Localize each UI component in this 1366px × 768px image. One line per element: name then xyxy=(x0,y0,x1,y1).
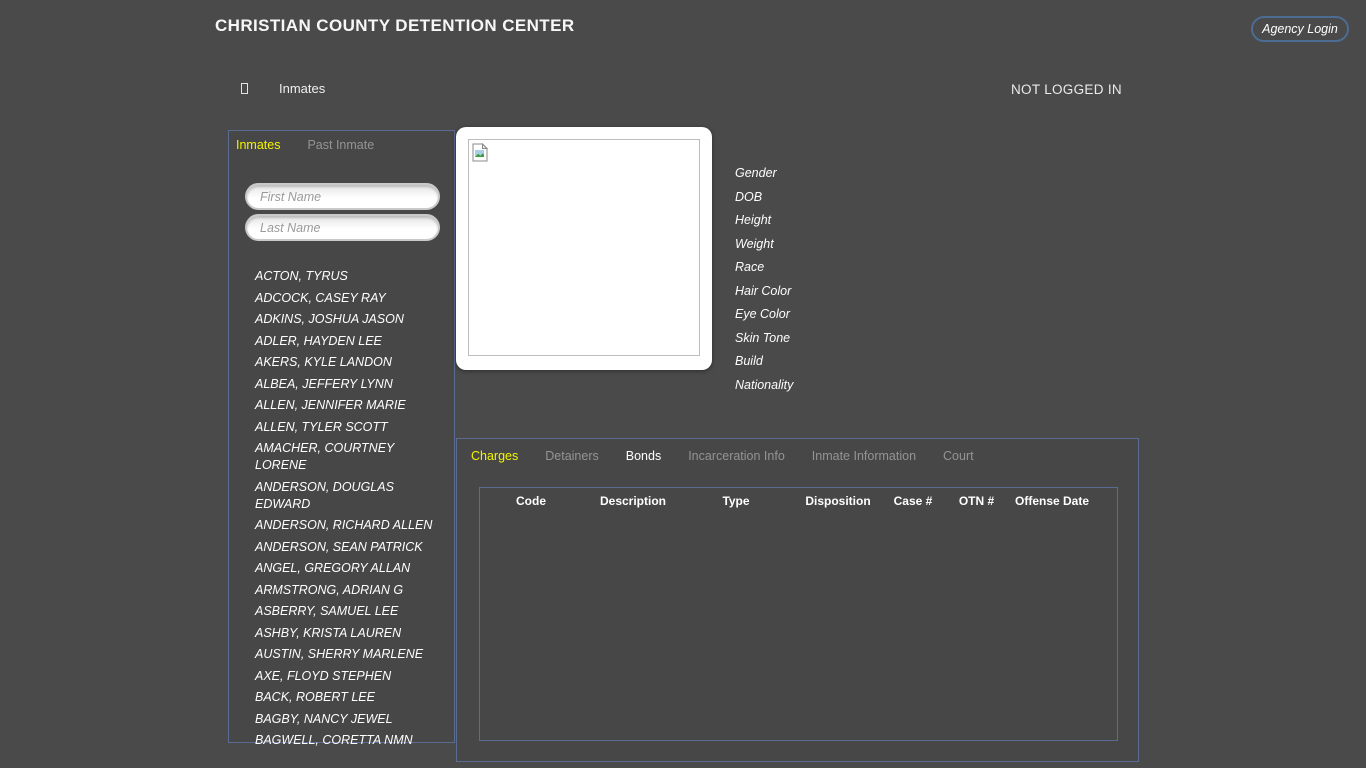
inmate-list-item[interactable]: AXE, FLOYD STEPHEN xyxy=(255,668,449,685)
page-title: CHRISTIAN COUNTY DETENTION CENTER xyxy=(215,16,575,36)
inmates-nav-row[interactable]: Inmates xyxy=(241,81,325,96)
inmate-list-item[interactable]: ANDERSON, SEAN PATRICK xyxy=(255,539,449,556)
charges-table: Code Description Type Disposition Case #… xyxy=(479,487,1118,741)
last-name-input[interactable] xyxy=(245,214,440,241)
inmate-list-item[interactable]: ANDERSON, DOUGLAS EDWARD xyxy=(255,479,449,513)
profile-attribute-label: DOB xyxy=(735,186,793,210)
detention-center-app: CHRISTIAN COUNTY DETENTION CENTER Agency… xyxy=(0,0,1366,768)
profile-attribute-label: Skin Tone xyxy=(735,327,793,351)
inmate-list-item[interactable]: AKERS, KYLE LANDON xyxy=(255,354,449,371)
login-status: NOT LOGGED IN xyxy=(1011,82,1122,97)
charges-table-header: Code Description Type Disposition Case #… xyxy=(480,491,1117,511)
charges-column-header: Case # xyxy=(888,491,938,511)
inmate-list-item[interactable]: ANGEL, GREGORY ALLAN xyxy=(255,560,449,577)
inmate-list-item[interactable]: ASHBY, KRISTA LAUREN xyxy=(255,625,449,642)
inmate-list-item[interactable]: ASBERRY, SAMUEL LEE xyxy=(255,603,449,620)
inmate-list-item[interactable]: BACK, ROBERT LEE xyxy=(255,689,449,706)
charges-column-header: Type xyxy=(684,491,788,511)
details-tabs: Charges Detainers Bonds Incarceration In… xyxy=(471,449,974,463)
inmate-list-item[interactable]: ACTON, TYRUS xyxy=(255,268,449,285)
inmate-list-item[interactable]: BAGWELL, CORETTA NMN xyxy=(255,732,449,749)
charges-column-header: Offense Date xyxy=(1015,491,1089,511)
broken-image-icon xyxy=(472,143,488,162)
agency-login-button[interactable]: Agency Login xyxy=(1251,16,1349,42)
details-tab[interactable]: Detainers xyxy=(545,449,599,463)
charges-column-header: OTN # xyxy=(938,491,1015,511)
charges-column-header: Description xyxy=(582,491,684,511)
inmate-list-item[interactable]: ADKINS, JOSHUA JASON xyxy=(255,311,449,328)
details-tab[interactable]: Incarceration Info xyxy=(688,449,785,463)
profile-attribute-label: Eye Color xyxy=(735,303,793,327)
profile-attribute-label: Height xyxy=(735,209,793,233)
profile-attribute-label: Gender xyxy=(735,162,793,186)
inmate-list: ACTON, TYRUS ADCOCK, CASEY RAY ADKINS, J… xyxy=(255,268,449,754)
inmates-nav-label: Inmates xyxy=(279,81,325,96)
placeholder-glyph-icon xyxy=(241,83,248,94)
inmate-photo-card xyxy=(456,127,712,370)
inmate-list-item[interactable]: ADCOCK, CASEY RAY xyxy=(255,290,449,307)
inmate-search-panel: Inmates Past Inmate ACTON, TYRUS ADCOCK,… xyxy=(228,130,455,743)
inmate-photo-placeholder xyxy=(468,139,700,356)
inmate-list-item[interactable]: ANDERSON, RICHARD ALLEN xyxy=(255,517,449,534)
inmate-list-item[interactable]: ADLER, HAYDEN LEE xyxy=(255,333,449,350)
inmate-list-item[interactable]: BAGBY, NANCY JEWEL xyxy=(255,711,449,728)
inmate-list-item[interactable]: AMACHER, COURTNEY LORENE xyxy=(255,440,449,474)
inmate-list-item[interactable]: ALLEN, TYLER SCOTT xyxy=(255,419,449,436)
search-panel-tab[interactable]: Inmates xyxy=(236,138,280,152)
profile-attribute-label: Weight xyxy=(735,233,793,257)
search-panel-tabs: Inmates Past Inmate xyxy=(236,138,374,152)
profile-attribute-label: Race xyxy=(735,256,793,280)
inmate-details-panel: Charges Detainers Bonds Incarceration In… xyxy=(456,438,1139,762)
profile-attribute-list: Gender DOB Height Weight Race Hair Color… xyxy=(735,162,793,397)
charges-column-header: Disposition xyxy=(788,491,888,511)
inmate-list-item[interactable]: ARMSTRONG, ADRIAN G xyxy=(255,582,449,599)
charges-column-header: Code xyxy=(480,491,582,511)
details-tab[interactable]: Bonds xyxy=(626,449,661,463)
details-tab[interactable]: Charges xyxy=(471,449,518,463)
inmate-list-item[interactable]: ALBEA, JEFFERY LYNN xyxy=(255,376,449,393)
profile-attribute-label: Hair Color xyxy=(735,280,793,304)
details-tab[interactable]: Inmate Information xyxy=(812,449,916,463)
profile-attribute-label: Build xyxy=(735,350,793,374)
profile-attribute-label: Nationality xyxy=(735,374,793,398)
inmate-list-item[interactable]: AUSTIN, SHERRY MARLENE xyxy=(255,646,449,663)
inmate-list-item[interactable]: ALLEN, JENNIFER MARIE xyxy=(255,397,449,414)
details-tab[interactable]: Court xyxy=(943,449,974,463)
search-panel-tab[interactable]: Past Inmate xyxy=(307,138,374,152)
first-name-input[interactable] xyxy=(245,183,440,210)
